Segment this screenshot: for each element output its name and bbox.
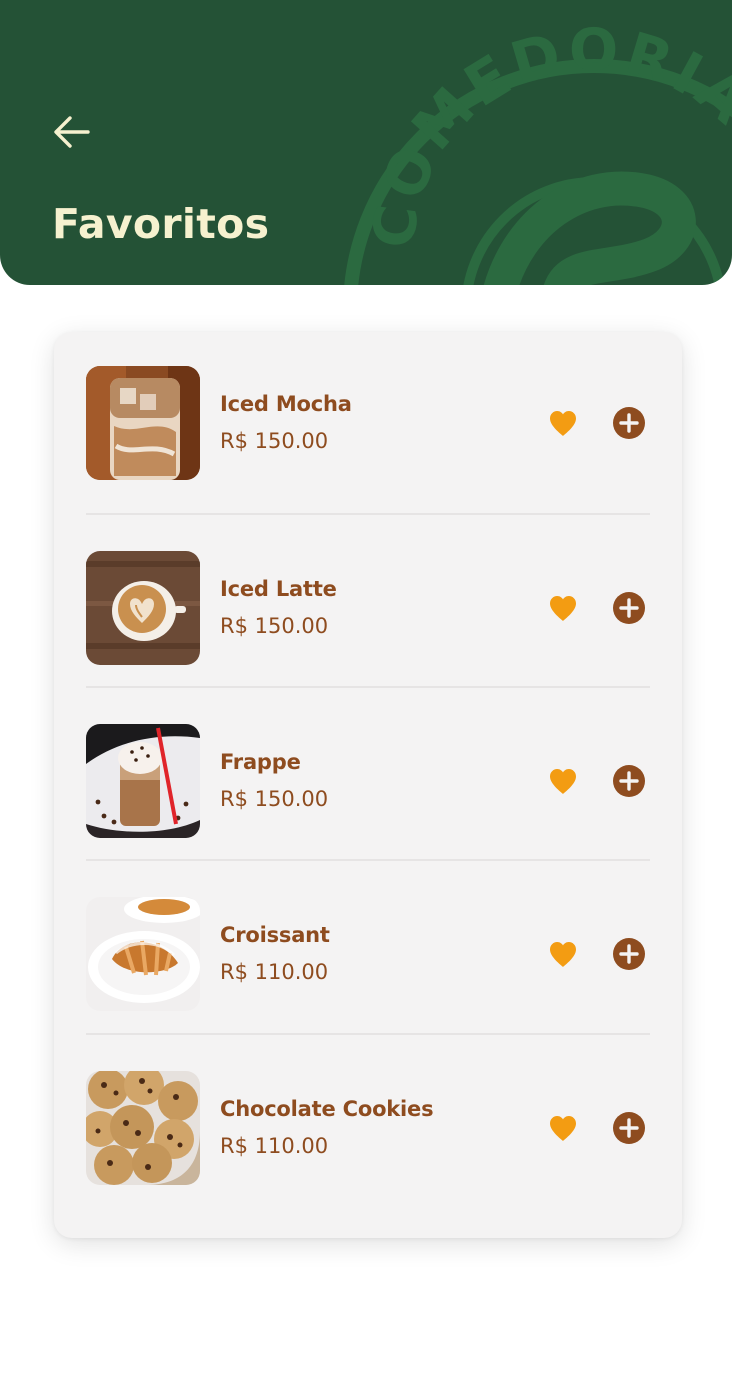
favorite-button[interactable] [546, 591, 580, 625]
product-name: Chocolate Cookies [220, 1097, 434, 1121]
divider [86, 686, 650, 688]
product-image [86, 897, 200, 1011]
product-price: R$ 150.00 [220, 429, 329, 453]
add-to-cart-button[interactable] [612, 406, 646, 440]
heart-icon [550, 410, 576, 436]
back-button[interactable] [50, 112, 94, 152]
plus-circle-icon [613, 592, 645, 624]
divider [86, 859, 650, 861]
add-to-cart-button[interactable] [612, 937, 646, 971]
add-to-cart-button[interactable] [612, 1111, 646, 1145]
list-item[interactable]: Croissant R$ 110.00 [86, 897, 650, 1011]
favorite-button[interactable] [546, 764, 580, 798]
plus-circle-icon [613, 765, 645, 797]
product-image [86, 551, 200, 665]
heart-icon [550, 595, 576, 621]
divider [86, 1033, 650, 1035]
list-item[interactable]: Chocolate Cookies R$ 110.00 [86, 1071, 650, 1185]
product-name: Frappe [220, 750, 301, 774]
add-to-cart-button[interactable] [612, 764, 646, 798]
product-price: R$ 150.00 [220, 787, 329, 811]
product-name: Iced Mocha [220, 392, 352, 416]
add-to-cart-button[interactable] [612, 591, 646, 625]
favorites-list-card: Iced Mocha R$ 150.00 Iced Latte R$ 150.0… [54, 332, 682, 1238]
page-title: Favoritos [52, 200, 270, 248]
list-item[interactable]: Iced Mocha R$ 150.00 [86, 366, 650, 480]
header-banner: COMEDORIA Favoritos [0, 0, 732, 285]
plus-circle-icon [613, 938, 645, 970]
plus-circle-icon [613, 1112, 645, 1144]
divider [86, 513, 650, 515]
product-name: Iced Latte [220, 577, 337, 601]
product-image [86, 1071, 200, 1185]
favorite-button[interactable] [546, 937, 580, 971]
list-item[interactable]: Iced Latte R$ 150.00 [86, 551, 650, 665]
heart-icon [550, 1115, 576, 1141]
arrow-left-icon [54, 116, 90, 148]
list-item[interactable]: Frappe R$ 150.00 [86, 724, 650, 838]
product-image [86, 366, 200, 480]
favorite-button[interactable] [546, 406, 580, 440]
heart-icon [550, 941, 576, 967]
plus-circle-icon [613, 407, 645, 439]
product-image [86, 724, 200, 838]
product-price: R$ 150.00 [220, 614, 329, 638]
favorite-button[interactable] [546, 1111, 580, 1145]
product-price: R$ 110.00 [220, 960, 329, 984]
product-price: R$ 110.00 [220, 1134, 329, 1158]
heart-icon [550, 768, 576, 794]
product-name: Croissant [220, 923, 330, 947]
